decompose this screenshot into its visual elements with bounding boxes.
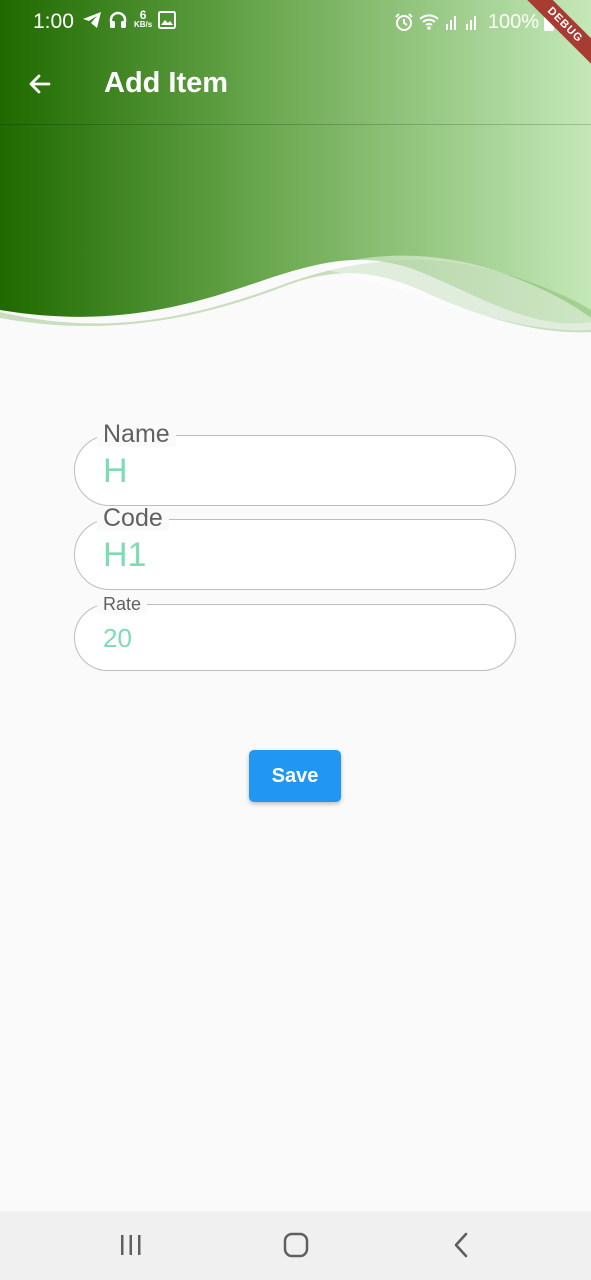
code-field-label: Code [97,506,169,531]
save-button[interactable]: Save [249,750,341,802]
nav-back-button[interactable] [441,1229,481,1261]
network-speed: 6 KB/s [134,8,153,29]
signal-icon [445,16,476,30]
status-bar: 1:00 6 KB/s 100% [0,0,591,44]
recent-apps-button[interactable] [111,1229,151,1261]
code-field-value: H1 [103,536,147,574]
arrow-left-icon [29,74,51,94]
code-field[interactable]: Code H1 [74,506,516,590]
app-bar: Add Item [0,44,591,125]
status-left-icons: 6 KB/s [82,8,177,30]
telegram-icon [83,12,101,28]
alarm-icon [395,13,413,31]
back-icon [454,1232,468,1258]
recent-apps-icon [121,1235,141,1255]
home-icon [283,1232,309,1258]
status-time: 1:00 [33,10,74,33]
rate-field-label: Rate [97,595,148,613]
headphones-icon [109,11,127,28]
page-title: Add Item [104,67,229,99]
network-speed-value: 6 [139,8,147,22]
name-field-label: Name [97,422,176,447]
rate-field-value: 20 [103,623,132,653]
network-speed-unit: KB/s [134,20,153,29]
home-button[interactable] [276,1229,316,1261]
name-field[interactable]: Name H [74,422,516,506]
image-icon [158,11,177,29]
back-button[interactable] [18,62,62,106]
status-right-icons: 100% [394,9,555,35]
wifi-icon [419,14,439,30]
rate-field[interactable]: Rate 20 [74,595,516,671]
name-field-value: H [103,452,128,490]
system-nav-bar [0,1211,591,1280]
battery-percentage: 100% [487,11,539,33]
